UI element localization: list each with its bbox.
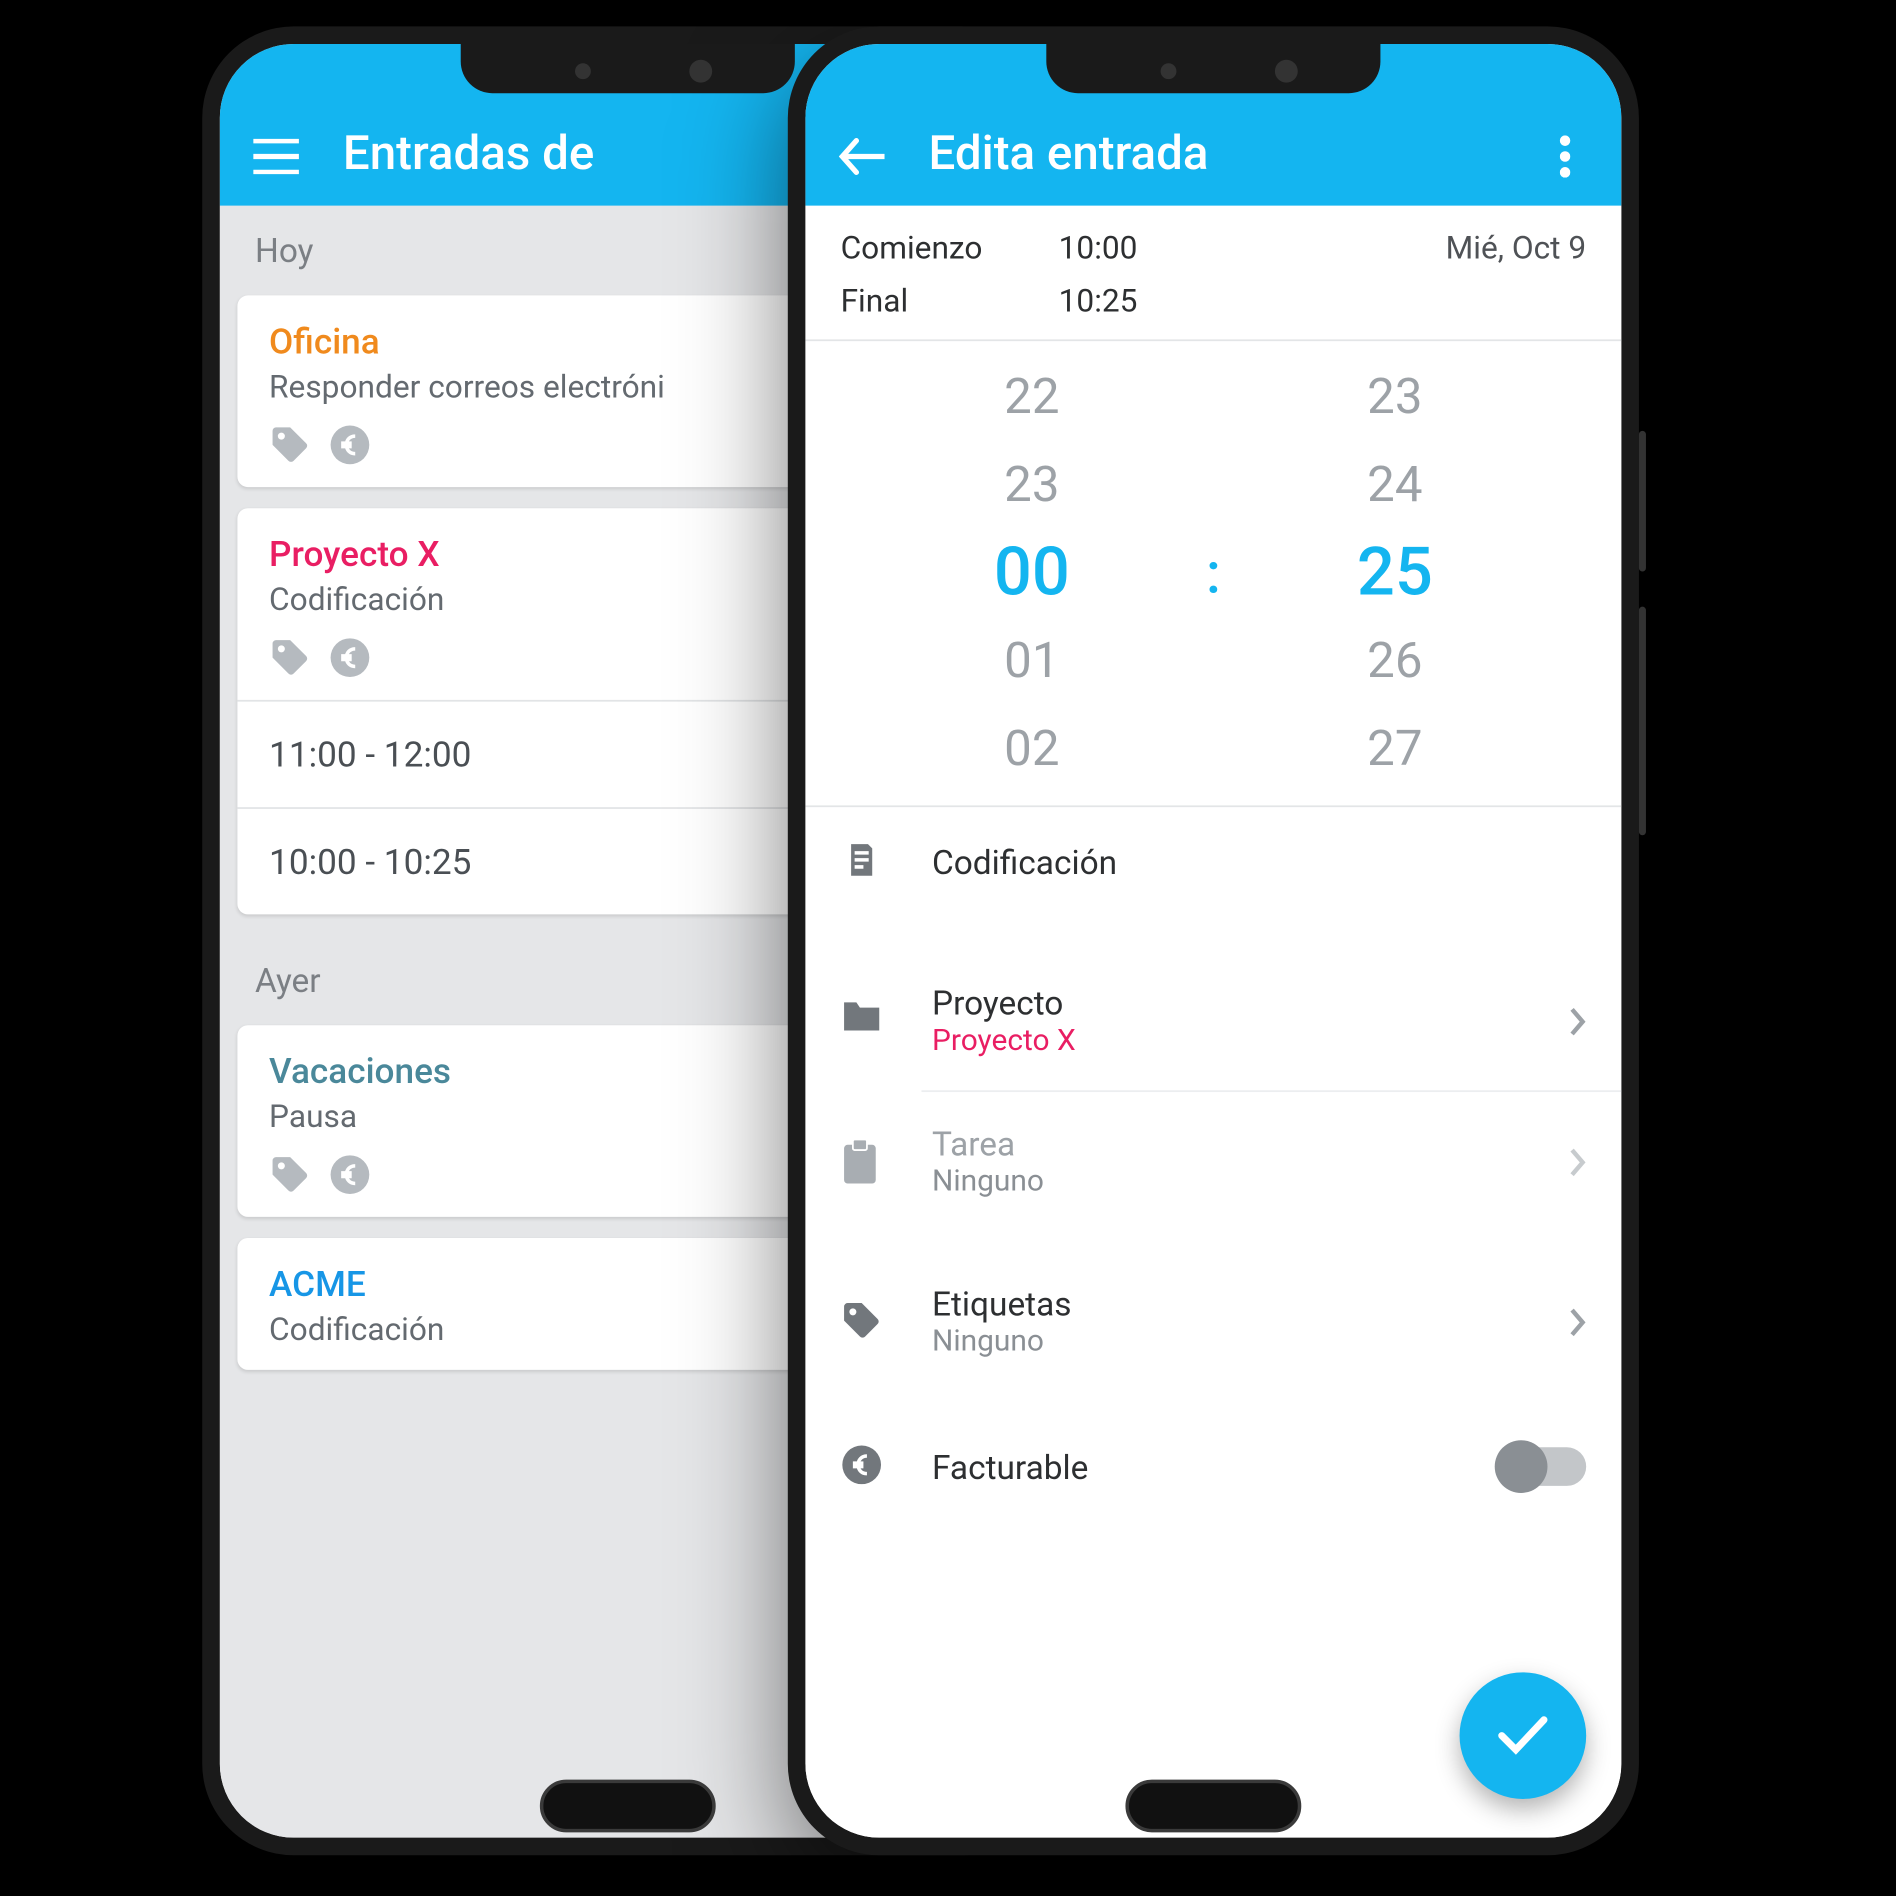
euro-icon [329, 637, 371, 679]
chevron-right-icon [1569, 1146, 1587, 1178]
device-home-button[interactable] [1125, 1780, 1301, 1833]
euro-icon [841, 1444, 887, 1490]
menu-icon[interactable] [251, 132, 300, 181]
description-value: Codificación [932, 841, 1586, 881]
time-summary: Comienzo 10:00 Mié, Oct 9 Final 10:25 [805, 206, 1621, 340]
folder-icon [841, 998, 887, 1044]
project-value: Proyecto X [932, 1023, 1523, 1058]
task-label: Tarea [932, 1124, 1523, 1164]
tags-label: Etiquetas [932, 1284, 1523, 1324]
start-time[interactable]: 10:00 [1059, 223, 1138, 276]
duration-picker[interactable]: 22 23 00 01 02 : 23 24 25 26 27 [805, 339, 1621, 807]
end-label: Final [841, 276, 1017, 329]
billable-row[interactable]: Facturable [805, 1412, 1621, 1521]
chevron-right-icon [1569, 1306, 1587, 1338]
tag-icon [269, 424, 311, 466]
tag-icon [269, 637, 311, 679]
task-row[interactable]: Tarea Ninguno [805, 1092, 1621, 1231]
hours-wheel[interactable]: 22 23 00 01 02 [956, 353, 1107, 793]
entry-date[interactable]: Mié, Oct 9 [1446, 223, 1587, 276]
device-home-button[interactable] [540, 1780, 716, 1833]
end-time[interactable]: 10:25 [1059, 276, 1138, 329]
phone-edit-entry: Edita entrada Comienzo 10:00 Mié, Oct 9 … [788, 26, 1639, 1855]
tags-value: Ninguno [932, 1324, 1523, 1359]
euro-icon [329, 1154, 371, 1196]
device-notch [461, 44, 795, 93]
chevron-right-icon [1569, 1005, 1587, 1037]
confirm-fab[interactable] [1460, 1672, 1587, 1799]
page-title: Edita entrada [928, 125, 1498, 181]
billable-label: Facturable [932, 1446, 1586, 1486]
back-icon[interactable] [837, 132, 886, 181]
euro-icon [329, 424, 371, 466]
billable-toggle[interactable] [1502, 1447, 1586, 1486]
clipboard-icon [841, 1139, 887, 1185]
task-value: Ninguno [932, 1164, 1523, 1199]
device-notch [1046, 44, 1380, 93]
project-label: Proyecto [932, 983, 1523, 1023]
project-row[interactable]: Proyecto Proyecto X [805, 951, 1621, 1090]
time-separator: : [1206, 540, 1221, 607]
tag-icon [841, 1299, 887, 1345]
tags-row[interactable]: Etiquetas Ninguno [805, 1252, 1621, 1391]
description-row[interactable]: Codificación [805, 807, 1621, 916]
overflow-menu-icon[interactable] [1540, 132, 1589, 181]
minutes-wheel[interactable]: 23 24 25 26 27 [1319, 353, 1470, 793]
note-icon [841, 839, 887, 885]
start-label: Comienzo [841, 223, 1017, 276]
tag-icon [269, 1154, 311, 1196]
